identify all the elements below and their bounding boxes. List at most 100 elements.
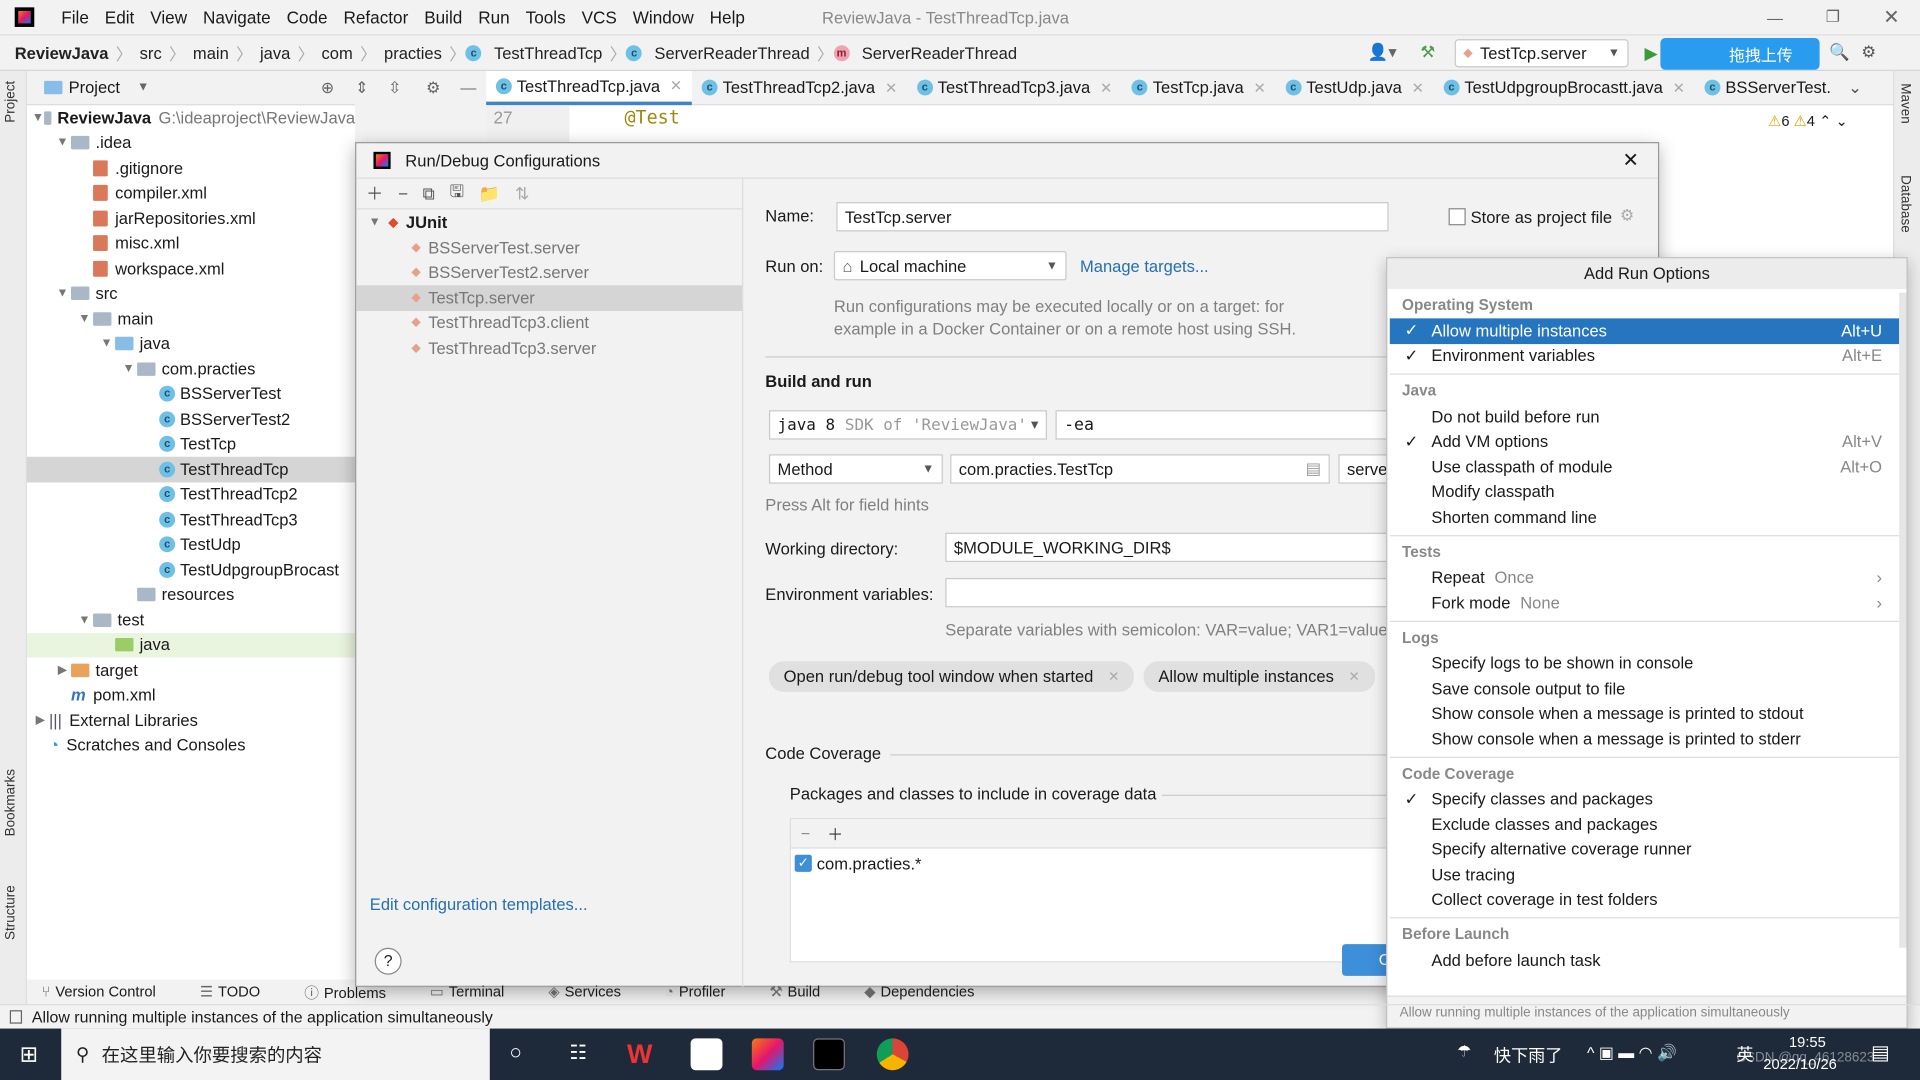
close-icon[interactable]: ✕ [885, 79, 897, 96]
chevron-right-icon[interactable]: ▶ [54, 663, 71, 676]
menu-window[interactable]: Window [633, 7, 694, 27]
tree-item-root[interactable]: ▼ ReviewJava G:\ideaproject\ReviewJava [27, 105, 355, 130]
tree-item[interactable]: c BSServerTest2 [27, 407, 355, 432]
config-item[interactable]: ◆ TestTcp.server [356, 285, 743, 311]
popup-scrollbar[interactable] [1899, 292, 1907, 948]
tree-item[interactable]: resources [27, 582, 355, 607]
clock-time[interactable]: 19:55 [1789, 1033, 1826, 1050]
close-window-button[interactable]: ✕ [1883, 5, 1899, 29]
config-item[interactable]: ◆ BSServerTest.server [356, 235, 742, 260]
breadcrumb-item[interactable]: ReviewJava [15, 43, 109, 61]
editor-tab[interactable]: c TestThreadTcp.java ✕ [486, 70, 692, 105]
breadcrumb-item[interactable]: ServerReaderThread [862, 43, 1017, 61]
option-item[interactable]: Fork mode None › [1390, 590, 1899, 615]
search-icon[interactable]: 🔍 [1829, 43, 1850, 63]
chevron-down-icon[interactable]: ▼ [137, 81, 149, 94]
tree-item[interactable]: c TestThreadTcp3 [27, 507, 355, 532]
close-icon[interactable]: ✕ [1100, 79, 1112, 96]
config-item[interactable]: ◆ TestThreadTcp3.client [356, 310, 742, 335]
tree-item[interactable]: m pom.xml [27, 683, 355, 708]
tree-item[interactable]: workspace.xml [27, 256, 355, 281]
breadcrumb-item[interactable]: main [193, 43, 229, 61]
chevron-down-icon[interactable]: ⌄ [1848, 78, 1862, 98]
option-item[interactable]: ✓ Environment variables Alt+E [1390, 343, 1899, 368]
config-item[interactable]: ◆ TestThreadTcp3.server [356, 336, 742, 361]
config-group-junit[interactable]: ▼ ◆ JUnit [356, 209, 742, 235]
chevron-down-icon[interactable]: ▼ [32, 111, 44, 124]
tool-tab-version-control[interactable]: ⑂ Version Control [42, 983, 178, 1000]
status-toggle-icon[interactable] [9, 1010, 23, 1024]
project-tool-tab[interactable]: Project [4, 81, 19, 123]
option-item[interactable]: Specify logs to be shown in console [1390, 651, 1899, 676]
option-item[interactable]: Use classpath of module Alt+O [1390, 454, 1899, 479]
menu-edit[interactable]: Edit [105, 7, 135, 27]
baidu-netdisk-icon[interactable] [690, 1038, 723, 1071]
remove-icon[interactable]: − [801, 824, 810, 842]
tool-tab-profiler[interactable]: ◔ Profiler [665, 983, 747, 1000]
project-panel-title[interactable]: Project [69, 78, 120, 96]
maven-tool-tab[interactable]: Maven [1898, 83, 1913, 123]
tool-tab-terminal[interactable]: ▭ Terminal [430, 983, 526, 1000]
sort-icon[interactable]: ⇅ [515, 183, 529, 204]
editor-tab[interactable]: c TestThreadTcp3.java ✕ [907, 70, 1122, 104]
breadcrumb-item[interactable]: java [260, 43, 290, 61]
minimize-button[interactable]: — [1767, 8, 1783, 26]
jdk-select[interactable]: java 8 SDK of 'ReviewJava' ▼ [768, 410, 1047, 440]
tree-item[interactable]: compiler.xml [27, 181, 355, 206]
chevron-down-icon[interactable]: ▼ [54, 136, 71, 149]
notification-icon[interactable]: ▤ [1871, 1041, 1890, 1065]
tray-icons[interactable]: ^ ▣ ▬ ◠ 🔊 [1587, 1043, 1677, 1063]
store-project-checkbox[interactable] [1448, 208, 1466, 226]
menu-refactor[interactable]: Refactor [343, 7, 408, 27]
option-item[interactable]: Show console when a message is printed t… [1390, 726, 1899, 751]
chevron-down-icon[interactable]: ▼ [76, 613, 93, 626]
editor-tab[interactable]: c TestUdpgroupBrocastt.java ✕ [1434, 70, 1695, 104]
tree-item[interactable]: jarRepositories.xml [27, 206, 355, 231]
tree-item[interactable]: ▶ target [27, 658, 355, 683]
inspection-widget[interactable]: ⚠6 ⚠4 ⌃ ⌄ [1768, 113, 1848, 130]
test-kind-select[interactable]: Method ▼ [768, 454, 943, 484]
wps-icon[interactable]: W [627, 1038, 659, 1070]
option-item[interactable]: ✓ Allow multiple instances Alt+U [1389, 318, 1900, 344]
gear-icon[interactable]: ⚙ [1620, 206, 1634, 226]
close-icon[interactable]: ✕ [1412, 79, 1424, 96]
tree-item[interactable]: .gitignore [27, 156, 355, 181]
tree-item[interactable]: c TestUdpgroupBrocast [27, 557, 355, 582]
edit-templates-link[interactable]: Edit configuration templates... [370, 895, 588, 913]
config-item[interactable]: ◆ BSServerTest2.server [356, 260, 742, 285]
terminal-icon[interactable] [813, 1038, 845, 1071]
option-item[interactable]: Use tracing [1390, 862, 1899, 887]
option-item[interactable]: Do not build before run [1390, 404, 1899, 429]
expand-all-icon[interactable]: ⇕ [355, 78, 368, 98]
save-icon[interactable]: 🖫 [450, 179, 465, 208]
add-icon[interactable]: ＋ [366, 181, 383, 205]
run-icon[interactable]: ▶ [1644, 42, 1657, 63]
breadcrumb-item[interactable]: practies [384, 43, 442, 61]
maximize-button[interactable]: ❐ [1826, 7, 1840, 27]
settings-icon[interactable]: ⚙ [426, 78, 440, 98]
cortana-icon[interactable]: ○ [509, 1041, 522, 1065]
locate-icon[interactable]: ⊕ [321, 78, 334, 98]
option-item[interactable]: Add before launch task [1390, 948, 1899, 973]
manage-targets-link[interactable]: Manage targets... [1080, 257, 1209, 275]
intellij-taskbar-icon[interactable] [751, 1038, 784, 1071]
tree-item[interactable]: c TestUdp [27, 532, 355, 557]
chevron-right-icon[interactable]: ▶ [32, 714, 49, 727]
build-hammer-icon[interactable]: ⚒ [1420, 43, 1435, 63]
chevron-down-icon[interactable]: ▼ [54, 287, 71, 300]
checkbox-checked[interactable]: ✓ [794, 854, 812, 872]
close-icon[interactable]: ✕ [670, 77, 682, 94]
chevron-down-icon[interactable]: ▼ [76, 312, 93, 325]
menu-file[interactable]: File [61, 7, 89, 27]
tool-tab-todo[interactable]: ☰ TODO [200, 983, 282, 1000]
tool-tab-dependencies[interactable]: ◆ Dependencies [864, 983, 996, 1000]
tree-item[interactable]: ◔ Scratches and Consoles [27, 733, 355, 758]
tool-tab-build[interactable]: ⚒ Build [769, 983, 842, 1000]
menu-code[interactable]: Code [287, 7, 328, 27]
breadcrumb-item[interactable]: com [322, 43, 353, 61]
folder-icon[interactable]: 📁 [479, 183, 500, 204]
breadcrumb-item[interactable]: src [140, 43, 162, 61]
option-item[interactable]: Modify classpath [1390, 479, 1899, 504]
gear-icon[interactable]: ⚙ [1861, 43, 1876, 63]
tree-item[interactable]: ▼ com.practies [27, 356, 355, 381]
